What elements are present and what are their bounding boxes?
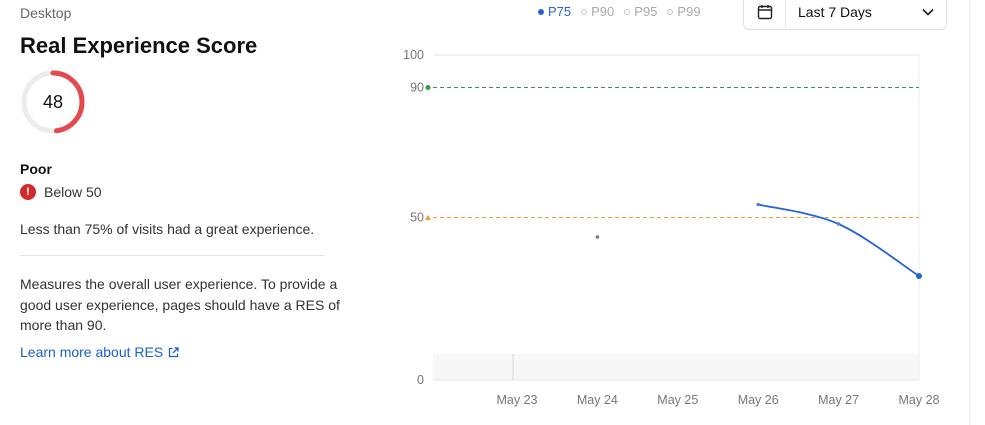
x-tick-label: May 27 bbox=[818, 393, 859, 407]
data-point bbox=[916, 273, 922, 279]
reference-marker-90 bbox=[425, 85, 431, 90]
x-tick-label: May 28 bbox=[899, 393, 940, 407]
x-tick-label: May 24 bbox=[577, 393, 618, 407]
data-point-isolated bbox=[595, 235, 600, 239]
y-tick-label: 0 bbox=[417, 373, 424, 387]
x-tick-label: May 25 bbox=[657, 393, 698, 407]
reference-marker-50 bbox=[425, 215, 431, 220]
x-tick-label: May 26 bbox=[738, 393, 779, 407]
x-tick-label: May 23 bbox=[497, 393, 538, 407]
series-line-p75 bbox=[757, 203, 920, 277]
res-chart: 0 50 90 100 May 23 May 24 May 25 May 26 May 27 Ma… bbox=[403, 48, 940, 407]
data-point bbox=[836, 222, 841, 226]
y-tick-label: 90 bbox=[410, 81, 424, 95]
plot-baseline-band bbox=[433, 354, 919, 380]
y-tick-label: 100 bbox=[403, 48, 424, 62]
data-point bbox=[756, 202, 760, 207]
y-tick-label: 50 bbox=[410, 211, 424, 225]
